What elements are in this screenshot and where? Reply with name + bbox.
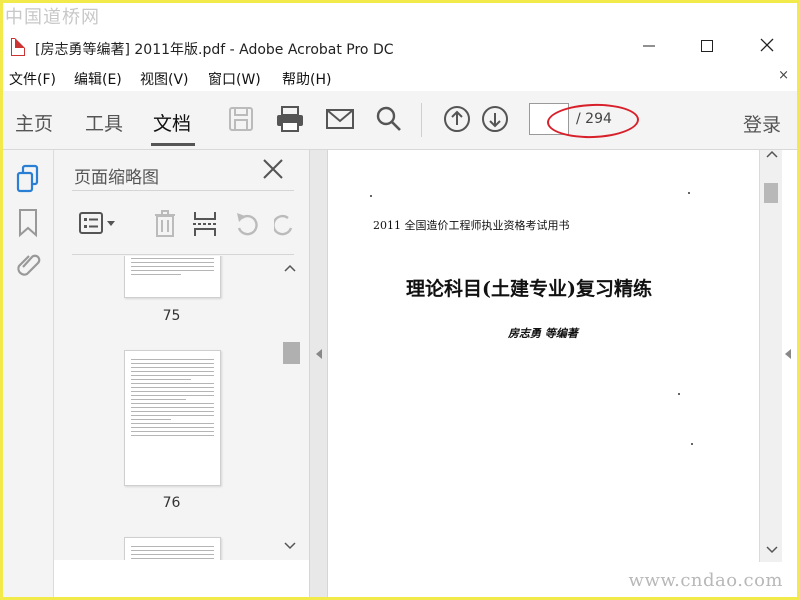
document-scrollbar[interactable] [759, 150, 782, 562]
previous-page-button[interactable] [443, 105, 471, 137]
panel-divider [72, 254, 294, 255]
page-thumbnails-panel: 页面缩略图 75 76 [54, 150, 309, 560]
minimize-button[interactable] [629, 34, 669, 60]
panel-title: 页面缩略图 [74, 168, 159, 188]
bookmark-icon [19, 209, 37, 238]
document-author: 房志勇 等编著 [508, 327, 578, 340]
email-button[interactable] [325, 105, 355, 137]
insert-page-icon [193, 212, 217, 236]
close-panel-button[interactable] [262, 158, 284, 186]
page-thumbnails-button[interactable] [15, 164, 41, 198]
tab-document[interactable]: 文档 [153, 109, 191, 136]
scroll-up-icon[interactable] [284, 262, 296, 276]
rotate-right-button[interactable] [272, 210, 294, 242]
menu-help[interactable]: 帮助(H) [282, 69, 331, 89]
toolbar-divider [421, 103, 422, 137]
search-icon [376, 106, 401, 131]
rotate-left-icon [237, 213, 258, 236]
menu-edit[interactable]: 编辑(E) [74, 69, 122, 89]
next-page-button[interactable] [481, 105, 509, 137]
attachments-button[interactable] [16, 250, 42, 284]
bookmarks-button[interactable] [18, 208, 38, 242]
thumbnail-list: 75 76 [54, 256, 282, 560]
panel-splitter[interactable] [309, 150, 328, 597]
insert-page-button[interactable] [192, 210, 218, 242]
close-window-button[interactable] [747, 34, 787, 60]
thumbnail-options-button[interactable] [78, 210, 118, 240]
rotate-left-button[interactable] [234, 210, 260, 242]
page-up-icon [444, 106, 470, 132]
document-page: 2011 全国造价工程师执业资格考试用书 理论科目(土建专业)复习精练 房志勇 … [327, 150, 784, 597]
save-icon [229, 107, 253, 131]
page-thumbnail-number: 75 [162, 308, 181, 324]
options-menu-icon [79, 212, 115, 234]
page-speck [678, 393, 680, 395]
search-button[interactable] [375, 105, 403, 137]
save-button[interactable] [228, 105, 254, 137]
scroll-up-icon[interactable] [766, 148, 778, 162]
minimize-icon [643, 45, 655, 47]
delete-page-button[interactable] [152, 210, 178, 242]
panel-divider [72, 190, 294, 191]
login-button[interactable]: 登录 [743, 110, 781, 137]
scrollbar-thumb[interactable] [764, 183, 778, 203]
menu-window[interactable]: 窗口(W) [208, 69, 261, 89]
page-thumbnails-icon [16, 164, 39, 193]
close-document-button[interactable]: × [778, 68, 789, 83]
document-title: 理论科目(土建专业)复习精练 [406, 278, 652, 300]
close-icon [760, 38, 774, 52]
page-thumbnail[interactable] [124, 350, 221, 486]
main-toolbar: 主页 工具 文档 / 294 登录 [3, 91, 797, 150]
watermark-top: 中国道桥网 [5, 7, 100, 28]
menu-file[interactable]: 文件(F) [9, 69, 56, 89]
screenshot-frame: 中国道桥网 [房志勇等编著] 2011年版.pdf - Adobe Acroba… [3, 3, 797, 597]
thumbnail-scrollbar[interactable] [282, 256, 300, 560]
maximize-icon [701, 40, 713, 52]
scroll-down-icon[interactable] [284, 540, 296, 554]
expand-right-pane-icon[interactable] [784, 348, 792, 363]
attachment-icon [17, 254, 41, 276]
print-button[interactable] [275, 105, 305, 137]
scroll-down-icon[interactable] [766, 544, 778, 558]
print-icon [277, 106, 303, 132]
page-speck [688, 192, 690, 194]
page-thumbnail-number: 76 [162, 495, 181, 511]
watermark-bottom: www.cndao.com [628, 570, 783, 591]
menu-bar: 文件(F) 编辑(E) 视图(V) 窗口(W) 帮助(H) × [3, 65, 797, 91]
rotate-right-icon [272, 214, 293, 236]
page-down-icon [482, 106, 508, 132]
title-bar: [房志勇等编著] 2011年版.pdf - Adobe Acrobat Pro … [3, 30, 797, 64]
close-icon [263, 159, 283, 179]
tab-tools[interactable]: 工具 [85, 109, 123, 136]
pdf-file-icon [11, 38, 25, 56]
navigation-rail [3, 150, 54, 597]
active-tab-indicator [151, 143, 195, 146]
page-thumbnail[interactable] [124, 537, 221, 560]
delete-page-icon [155, 210, 175, 237]
document-series-line: 2011 全国造价工程师执业资格考试用书 [373, 219, 570, 232]
page-speck [691, 443, 693, 445]
menu-view[interactable]: 视图(V) [140, 69, 189, 89]
email-icon [326, 109, 354, 129]
scrollbar-thumb[interactable] [283, 342, 300, 364]
page-speck [370, 195, 372, 197]
tab-home[interactable]: 主页 [15, 109, 53, 136]
collapse-panel-icon[interactable] [315, 348, 323, 363]
maximize-button[interactable] [687, 34, 727, 60]
window-title: [房志勇等编著] 2011年版.pdf - Adobe Acrobat Pro … [35, 42, 394, 58]
page-thumbnail[interactable] [124, 256, 221, 298]
